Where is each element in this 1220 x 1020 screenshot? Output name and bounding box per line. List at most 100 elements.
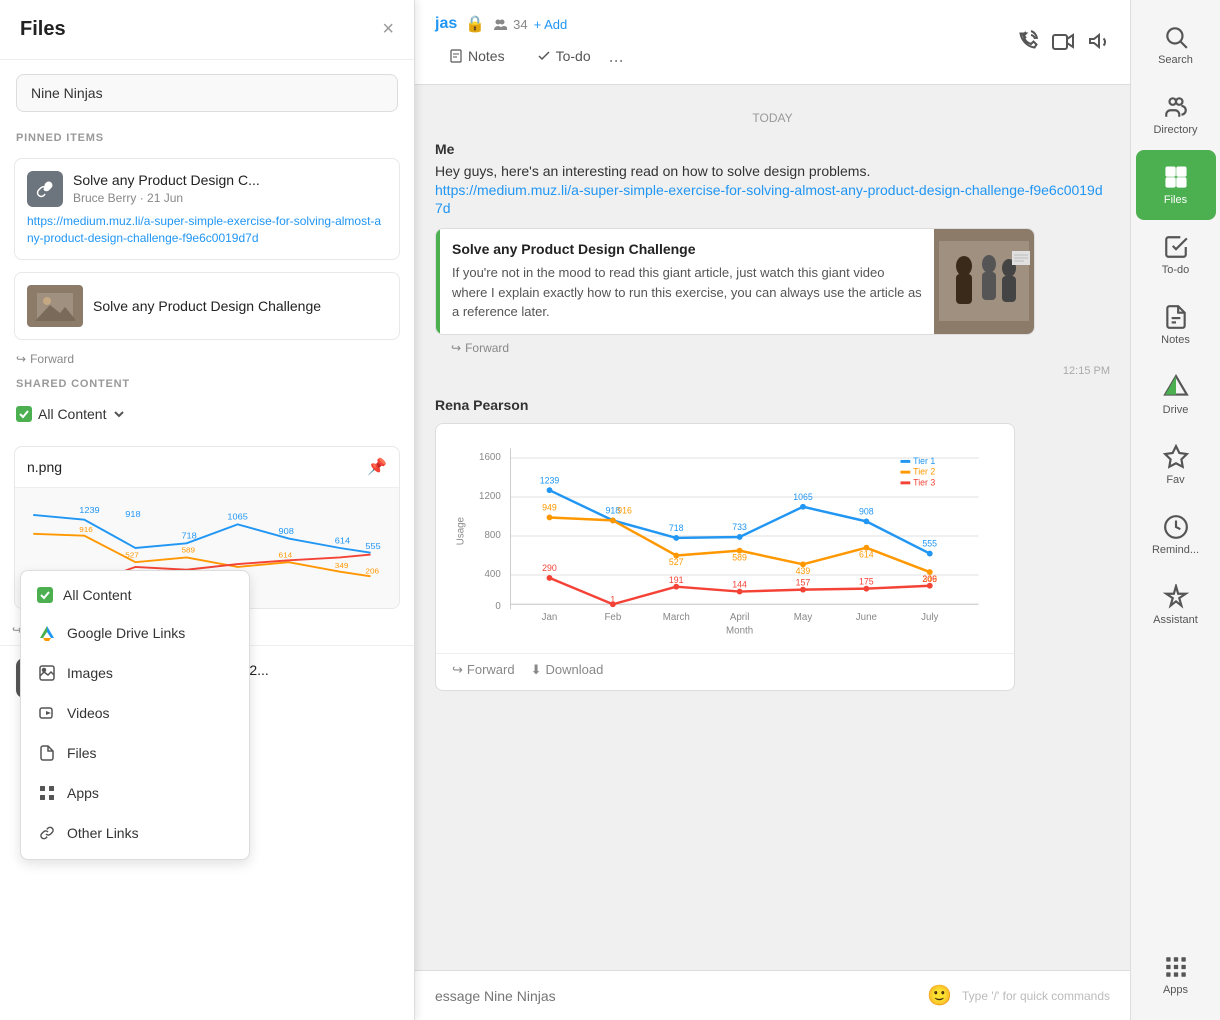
svg-text:Tier 3: Tier 3 (913, 477, 935, 487)
dropdown-gdrive-label: Google Drive Links (67, 625, 185, 641)
chart-forward-button[interactable]: ↪ Forward (452, 662, 515, 678)
pinned-link-url[interactable]: https://medium.muz.li/a-super-simple-exe… (27, 213, 387, 247)
dropdown-all-content[interactable]: All Content (21, 577, 249, 613)
dropdown-other-links-label: Other Links (67, 825, 139, 841)
sidebar-fav-label: Fav (1166, 474, 1184, 486)
check-all-icon (37, 587, 53, 603)
svg-text:614: 614 (859, 549, 874, 559)
svg-text:614: 614 (279, 550, 293, 559)
shared-content-section: SHARED CONTENT All Content All Content (0, 372, 414, 438)
preview-title: Solve any Product Design Challenge (452, 241, 922, 257)
message-input[interactable] (435, 988, 917, 1004)
sidebar-item-todo[interactable]: To-do (1136, 220, 1216, 290)
image-icon (37, 663, 57, 683)
all-content-filter[interactable]: All Content (0, 398, 414, 430)
files-panel: Files × PINNED ITEMS Solve any Product D… (0, 0, 415, 1020)
pinned-image-item: Solve any Product Design Challenge (14, 272, 400, 340)
volume-button[interactable] (1088, 30, 1110, 55)
sidebar-search-label: Search (1158, 54, 1193, 66)
dropdown-apps-label: Apps (67, 785, 99, 801)
dropdown-other-links[interactable]: Other Links (21, 813, 249, 853)
dropdown-google-drive[interactable]: Google Drive Links (21, 613, 249, 653)
pinned-image-preview (27, 285, 83, 327)
svg-text:1: 1 (610, 594, 615, 604)
preview-content: Solve any Product Design Challenge If yo… (440, 229, 934, 334)
volume-icon (1088, 30, 1110, 52)
svg-text:349: 349 (335, 561, 349, 570)
right-sidebar: Search Directory Files To-do Notes (1130, 0, 1220, 1020)
sidebar-remind-label: Remind... (1152, 544, 1199, 556)
sender-rena: Rena Pearson (435, 397, 1110, 413)
add-members-button[interactable]: + Add (534, 17, 568, 32)
chat-name: jas (435, 15, 457, 33)
filter-dropdown: All Content Google Drive Links (20, 570, 250, 860)
svg-text:439: 439 (796, 566, 811, 576)
svg-text:June: June (856, 611, 877, 622)
close-files-button[interactable]: × (382, 18, 394, 41)
sidebar-item-search[interactable]: Search (1136, 10, 1216, 80)
svg-text:206: 206 (922, 573, 937, 583)
sidebar-todo-label: To-do (1162, 264, 1190, 276)
message-time: 12:15 PM (435, 365, 1110, 377)
svg-text:1239: 1239 (540, 475, 560, 485)
svg-text:July: July (921, 611, 938, 622)
preview-image (934, 229, 1034, 334)
emoji-button[interactable]: 🙂 (927, 983, 952, 1008)
sidebar-apps-label: Apps (1163, 984, 1188, 996)
svg-text:555: 555 (922, 538, 937, 548)
tab-notes[interactable]: Notes (435, 42, 519, 70)
sidebar-item-apps[interactable]: Apps (1136, 940, 1216, 1010)
svg-text:527: 527 (125, 550, 139, 559)
pinned-link-item: Solve any Product Design C... Bruce Berr… (14, 158, 400, 260)
pinned-items-label: PINNED ITEMS (0, 126, 414, 152)
svg-text:949: 949 (542, 502, 557, 512)
dropdown-videos[interactable]: Videos (21, 693, 249, 733)
all-content-checkbox (16, 406, 32, 422)
svg-text:175: 175 (859, 576, 874, 586)
sidebar-directory-label: Directory (1153, 124, 1197, 136)
dropdown-images[interactable]: Images (21, 653, 249, 693)
sidebar-item-directory[interactable]: Directory (1136, 80, 1216, 150)
more-options-button[interactable]: ... (609, 46, 624, 67)
sidebar-item-notes[interactable]: Notes (1136, 290, 1216, 360)
dropdown-apps[interactable]: Apps (21, 773, 249, 813)
sidebar-notes-label: Notes (1161, 334, 1190, 346)
lock-icon: 🔒 (465, 14, 485, 34)
pinned-forward-button[interactable]: ↪ Forward (0, 346, 414, 372)
files-panel-header: Files × (0, 0, 414, 60)
svg-text:400: 400 (484, 568, 501, 579)
sidebar-item-reminders[interactable]: Remind... (1136, 500, 1216, 570)
voice-call-button[interactable] (1016, 30, 1038, 55)
svg-text:718: 718 (669, 523, 684, 533)
sidebar-files-label: Files (1164, 194, 1187, 206)
sidebar-item-files[interactable]: Files (1136, 150, 1216, 220)
file-icon (37, 743, 57, 763)
svg-text:555: 555 (365, 541, 380, 551)
svg-text:144: 144 (732, 579, 747, 589)
apps-icon (37, 783, 57, 803)
quick-cmd-hint: Type '/' for quick commands (962, 989, 1110, 1003)
svg-text:Usage: Usage (456, 517, 467, 545)
google-drive-icon (37, 623, 57, 643)
svg-text:Jan: Jan (542, 611, 558, 622)
sidebar-item-drive[interactable]: Drive (1136, 360, 1216, 430)
tab-todo[interactable]: To-do (523, 42, 605, 70)
video-call-button[interactable] (1052, 30, 1074, 55)
message-rena: Rena Pearson (435, 397, 1110, 691)
search-input[interactable] (16, 74, 398, 112)
message-forward-button[interactable]: ↪ Forward (435, 335, 525, 361)
svg-text:916: 916 (79, 525, 93, 534)
sidebar-assistant-label: Assistant (1153, 614, 1198, 626)
message-link[interactable]: https://medium.muz.li/a-super-simple-exe… (435, 182, 1103, 216)
chat-meta: 34 + Add (493, 17, 567, 32)
chart-download-button[interactable]: ⬇ Download (531, 662, 604, 678)
svg-text:800: 800 (484, 529, 501, 540)
sidebar-item-assistant[interactable]: Assistant (1136, 570, 1216, 640)
message-me: Me Hey guys, here's an interesting read … (435, 141, 1110, 377)
svg-text:733: 733 (732, 522, 747, 532)
chat-body: TODAY Me Hey guys, here's an interesting… (415, 85, 1130, 970)
svg-text:589: 589 (732, 552, 747, 562)
svg-text:May: May (794, 611, 813, 622)
dropdown-files[interactable]: Files (21, 733, 249, 773)
sidebar-item-fav[interactable]: Fav (1136, 430, 1216, 500)
